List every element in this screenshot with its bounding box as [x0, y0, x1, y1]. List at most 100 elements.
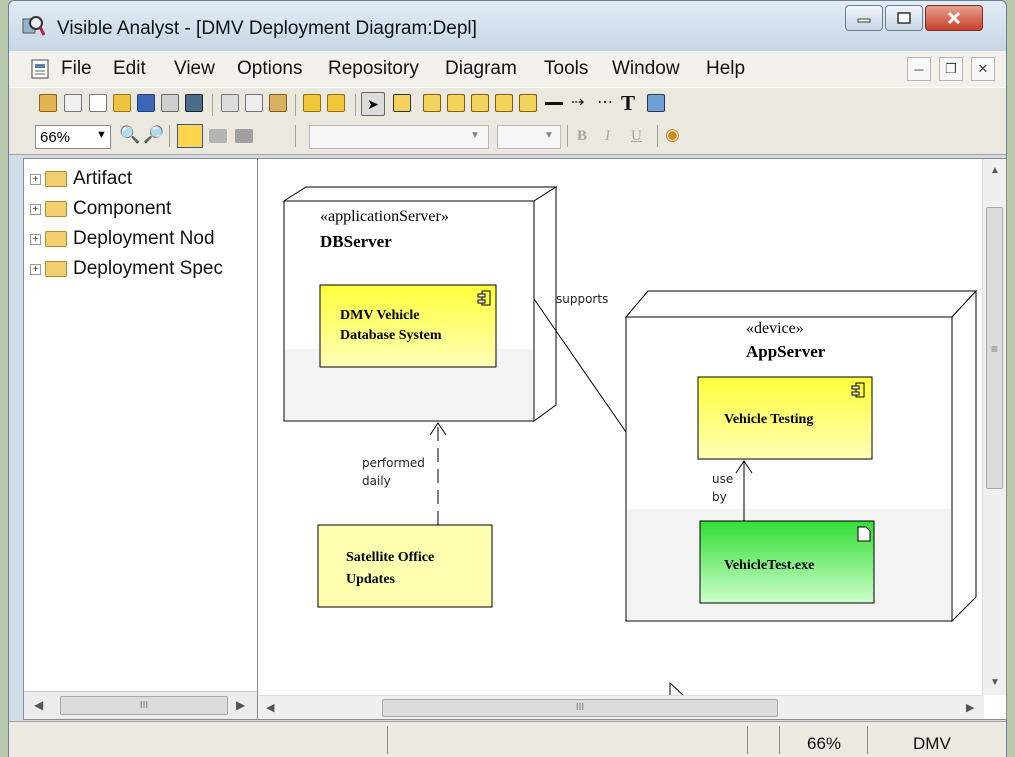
vertical-scrollbar[interactable]: ▲ ≡ ▼	[982, 159, 1006, 695]
horizontal-scroll-thumb[interactable]: III	[382, 699, 778, 717]
tree-item-label: Deployment Nod	[73, 228, 215, 249]
mdi-minimize-button[interactable]: ─	[907, 57, 931, 81]
vertical-scroll-thumb[interactable]: ≡	[986, 207, 1003, 489]
expand-icon[interactable]: +	[30, 203, 41, 215]
open-folder-icon[interactable]	[113, 94, 131, 112]
pointer-icon: ➤	[367, 95, 379, 112]
image-tool-icon[interactable]	[647, 94, 665, 112]
maximize-button[interactable]	[885, 5, 923, 31]
zoom-select[interactable]: 66% ▼	[35, 125, 111, 149]
list-icon[interactable]	[64, 94, 82, 112]
component-tool-icon[interactable]	[423, 94, 441, 112]
tree-item-deployment-spec[interactable]: + Deployment Spec	[30, 255, 223, 283]
node-tool-icon[interactable]	[393, 94, 411, 112]
performed-label-line2: daily	[362, 474, 391, 488]
scroll-up-icon[interactable]: ▲	[990, 165, 1000, 176]
scroll-left-icon[interactable]: ◀	[266, 701, 274, 714]
folder-icon	[45, 171, 67, 187]
toolbar-separator	[355, 94, 356, 116]
app-node-stereotype: «device»	[746, 320, 804, 337]
folder-icon	[45, 231, 67, 247]
status-project: DMV	[913, 734, 951, 753]
close-button[interactable]	[925, 5, 983, 31]
pointer-tool-button[interactable]: ➤	[361, 92, 385, 116]
expand-icon[interactable]: +	[30, 233, 41, 245]
scroll-left-icon[interactable]: ◀	[34, 698, 43, 712]
menu-diagram[interactable]: Diagram	[445, 58, 517, 80]
font-name-select[interactable]: ▼	[309, 125, 489, 149]
folder-icon	[45, 201, 67, 217]
tree-scroll-thumb[interactable]: III	[60, 696, 228, 715]
interface-tool-icon[interactable]	[471, 94, 489, 112]
satellite-office-note[interactable]	[317, 524, 493, 608]
horizontal-scrollbar[interactable]: ◀ III ▶	[258, 695, 984, 719]
expand-icon[interactable]: +	[30, 263, 41, 275]
menu-help[interactable]: Help	[706, 58, 745, 80]
font-size-select[interactable]: ▼	[497, 125, 561, 149]
use-by-label-line1: use	[712, 472, 733, 486]
print-icon[interactable]	[161, 94, 179, 112]
scroll-right-icon[interactable]: ▶	[236, 698, 245, 712]
back-icon[interactable]	[327, 94, 345, 112]
db-component-line1: DMV Vehicle	[340, 308, 419, 323]
diagram-canvas[interactable]: «applicationServer» DBServer DMV Vehicle…	[257, 158, 1007, 720]
menu-file[interactable]: File	[61, 58, 92, 80]
dependency-tool-icon[interactable]: ⇢	[571, 92, 584, 112]
scroll-right-icon[interactable]: ▶	[966, 701, 974, 714]
app-node-name: AppServer	[746, 342, 826, 361]
line-color-icon[interactable]	[209, 129, 227, 143]
bold-button[interactable]: B	[577, 128, 587, 145]
repository-icon[interactable]	[39, 94, 57, 112]
menu-view[interactable]: View	[174, 58, 215, 80]
package-tool-icon[interactable]	[495, 94, 513, 112]
menu-edit[interactable]: Edit	[113, 58, 146, 80]
scroll-down-icon[interactable]: ▼	[990, 677, 1000, 688]
menu-window[interactable]: Window	[612, 58, 680, 80]
document-icon[interactable]	[29, 58, 51, 80]
new-file-icon[interactable]	[89, 94, 107, 112]
tree-horizontal-scrollbar[interactable]: ◀ III ▶	[24, 691, 258, 719]
text-tool-icon[interactable]: T	[621, 91, 635, 116]
italic-button[interactable]: I	[605, 128, 610, 145]
underline-button[interactable]: U	[631, 128, 642, 145]
save-icon[interactable]	[137, 94, 155, 112]
minimize-icon: ─	[914, 61, 924, 77]
toolbar-separator	[212, 94, 213, 116]
tree-item-component[interactable]: + Component	[30, 195, 171, 223]
zoom-in-icon[interactable]: 🔍	[119, 125, 140, 145]
app-window: Visible Analyst - [DMV Deployment Diagra…	[8, 0, 1007, 757]
expand-icon[interactable]: +	[30, 173, 41, 185]
satellite-label-line2: Updates	[346, 572, 396, 587]
forward-icon[interactable]	[303, 94, 321, 112]
tree-item-label: Component	[73, 198, 172, 219]
line-tool-icon[interactable]	[545, 102, 563, 105]
menu-repository[interactable]: Repository	[328, 58, 419, 80]
title-bar: Visible Analyst - [DMV Deployment Diagra…	[9, 1, 1006, 51]
mdi-restore-button[interactable]: ❐	[939, 57, 963, 81]
vehicle-testing-label: Vehicle Testing	[724, 412, 813, 427]
palette-icon[interactable]: ◉	[665, 125, 680, 145]
chevron-down-icon: ▼	[470, 130, 480, 141]
cut-icon[interactable]	[221, 94, 239, 112]
shadow-icon[interactable]	[235, 129, 253, 143]
copy-icon[interactable]	[245, 94, 263, 112]
tree-item-artifact[interactable]: + Artifact	[30, 165, 132, 193]
fill-color-button[interactable]	[177, 124, 203, 148]
zoom-out-icon[interactable]: 🔎	[143, 125, 164, 145]
menu-options[interactable]: Options	[237, 58, 302, 80]
tree-item-label: Artifact	[73, 168, 133, 189]
paste-icon[interactable]	[269, 94, 287, 112]
dotted-line-tool-icon[interactable]: ⋯	[597, 92, 613, 112]
tree-item-deployment-node[interactable]: + Deployment Nod	[30, 225, 215, 253]
app-magnifier-icon	[22, 16, 45, 36]
window-title: Visible Analyst - [DMV Deployment Diagra…	[57, 18, 477, 39]
artifact-tool-icon[interactable]	[447, 94, 465, 112]
artifact-file-icon	[857, 526, 871, 542]
minimize-button[interactable]	[845, 5, 883, 31]
mdi-close-button[interactable]: ✕	[971, 57, 995, 81]
toolbar-separator	[295, 94, 296, 116]
find-binoculars-icon[interactable]	[185, 94, 203, 112]
note-tool-icon[interactable]	[519, 94, 537, 112]
menu-tools[interactable]: Tools	[544, 58, 588, 80]
db-component[interactable]	[319, 284, 497, 368]
